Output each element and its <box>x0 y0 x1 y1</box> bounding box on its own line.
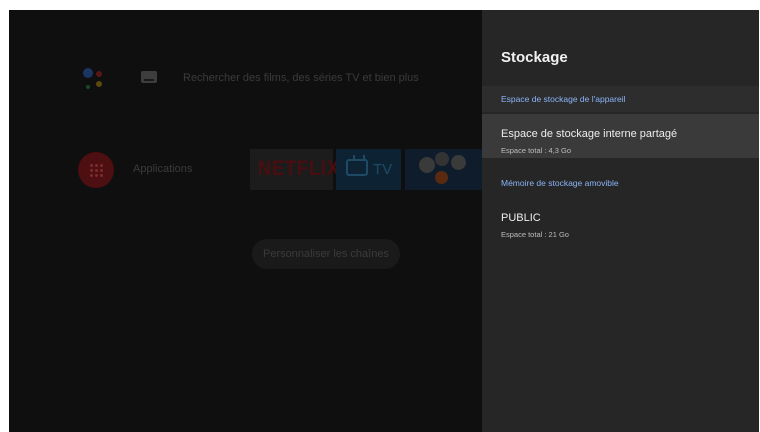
item-subtitle: Espace total : 4,3 Go <box>501 146 572 155</box>
netflix-tile[interactable]: NETFLIX <box>250 149 339 190</box>
kids-app-artwork <box>451 155 466 170</box>
google-assistant-icon[interactable] <box>80 65 106 95</box>
apps-grid-icon <box>89 163 103 177</box>
section-header-device-storage: Espace de stockage de l'appareil <box>482 86 759 112</box>
netflix-logo: NETFLIX <box>258 155 340 180</box>
section-header-removable-storage: Mémoire de stockage amovible <box>482 170 759 196</box>
kids-app-artwork <box>435 152 449 166</box>
kids-app-artwork <box>419 157 435 173</box>
kids-app-tile[interactable] <box>405 149 482 190</box>
tv-app-label: TV <box>373 161 393 178</box>
public-storage-item[interactable]: PUBLIC Espace total : 21 Go <box>482 198 759 242</box>
home-screen-dimmed: Rechercher des films, des séries TV et b… <box>9 10 482 432</box>
section-header-label: Espace de stockage de l'appareil <box>501 94 626 104</box>
tv-screen: Rechercher des films, des séries TV et b… <box>9 10 759 432</box>
storage-settings-panel: Stockage Espace de stockage de l'apparei… <box>482 10 759 432</box>
keyboard-icon[interactable] <box>141 71 157 83</box>
panel-title: Stockage <box>501 49 568 66</box>
internal-storage-item[interactable]: Espace de stockage interne partagé Espac… <box>482 114 759 158</box>
tv-app-tile[interactable]: TV <box>336 149 401 190</box>
play-icon <box>435 171 448 184</box>
customize-channels-button[interactable]: Personnaliser les chaînes <box>252 239 400 269</box>
item-title: Espace de stockage interne partagé <box>501 128 678 140</box>
search-prompt[interactable]: Rechercher des films, des séries TV et b… <box>183 72 419 84</box>
apps-label: Applications <box>133 163 193 175</box>
section-header-label: Mémoire de stockage amovible <box>501 178 619 188</box>
apps-button[interactable] <box>78 152 114 188</box>
item-title: PUBLIC <box>501 212 541 224</box>
tv-icon <box>346 159 368 176</box>
item-subtitle: Espace total : 21 Go <box>501 230 569 239</box>
